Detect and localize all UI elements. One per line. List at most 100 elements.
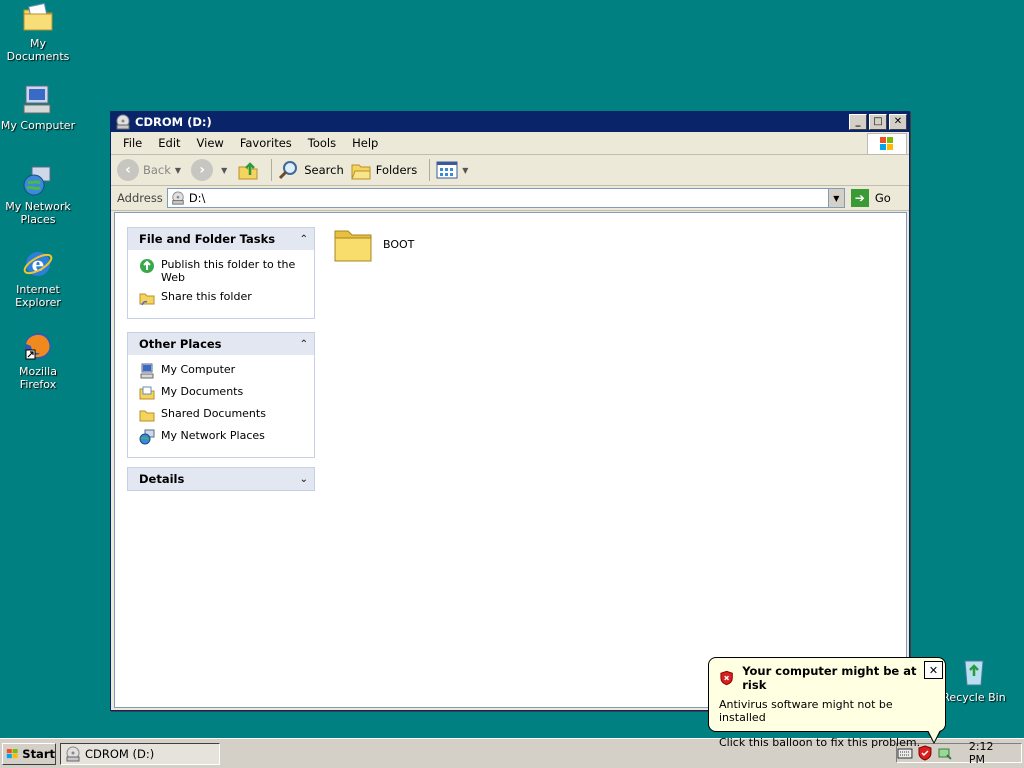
- folders-label: Folders: [375, 163, 418, 177]
- search-button[interactable]: Search: [278, 159, 344, 181]
- folder-icon: [334, 230, 372, 262]
- collapse-chevron-icon[interactable]: ⌃: [300, 234, 308, 245]
- folder-item-boot[interactable]: BOOT: [333, 225, 414, 263]
- collapse-chevron-icon[interactable]: ⌃: [300, 339, 308, 350]
- explorer-window: CDROM (D:) _ □ ✕ File Edit View Favorite…: [110, 111, 910, 711]
- other-places-panel: Other Places ⌃ My Computer My Documents …: [127, 332, 315, 458]
- views-button[interactable]: ▼: [436, 161, 472, 179]
- desktop-icon-label: Recycle Bin: [942, 691, 1006, 704]
- desktop-icon-label: My Computer: [0, 119, 76, 132]
- desktop-icon-my-network-places[interactable]: My Network Places: [0, 165, 76, 226]
- address-value: D:\: [188, 191, 206, 205]
- place-my-computer[interactable]: My Computer: [139, 363, 306, 379]
- start-button[interactable]: Start: [2, 743, 56, 765]
- clock[interactable]: 2:12 PM: [969, 740, 1013, 766]
- task-share-folder[interactable]: Share this folder: [139, 290, 306, 306]
- views-dropdown-icon: ▼: [462, 165, 469, 175]
- menu-favorites[interactable]: Favorites: [232, 136, 300, 150]
- shared-folder-icon: [139, 410, 155, 422]
- go-button[interactable]: ➔ Go: [850, 189, 891, 207]
- network-globe-icon: [139, 429, 155, 445]
- standard-toolbar: ‹ Back ▼ › ▼ Search Folders ▼: [111, 155, 909, 186]
- cd-drive-icon: [172, 191, 184, 205]
- desktop-icon-my-documents[interactable]: My Documents: [0, 2, 76, 63]
- task-publish-web[interactable]: Publish this folder to the Web: [139, 258, 306, 284]
- place-label: My Computer: [161, 363, 236, 376]
- panel-header[interactable]: Details ⌄: [128, 468, 314, 490]
- file-folder-tasks-panel: File and Folder Tasks ⌃ Publish this fol…: [127, 227, 315, 319]
- firefox-icon: [22, 330, 54, 362]
- windows-flag-icon: [6, 749, 18, 759]
- expand-chevron-icon[interactable]: ⌄: [300, 474, 308, 485]
- my-documents-icon: [22, 2, 54, 34]
- place-my-network-places[interactable]: My Network Places: [139, 429, 306, 445]
- menu-file[interactable]: File: [115, 136, 150, 150]
- cd-drive-icon: [116, 114, 130, 130]
- title-bar[interactable]: CDROM (D:) _ □ ✕: [111, 112, 909, 132]
- place-my-documents[interactable]: My Documents: [139, 385, 306, 401]
- my-computer-icon: [140, 363, 154, 379]
- balloon-title: Your computer might be at risk: [742, 664, 917, 692]
- network-globe-icon: [22, 165, 54, 197]
- menu-view[interactable]: View: [189, 136, 232, 150]
- place-label: My Network Places: [161, 429, 265, 442]
- go-label: Go: [874, 191, 891, 205]
- back-arrow-icon: ‹: [117, 159, 139, 181]
- balloon-tail-fill: [928, 730, 940, 742]
- security-alert-balloon[interactable]: Your computer might be at risk Antivirus…: [708, 657, 946, 749]
- forward-dropdown-icon[interactable]: ▼: [221, 166, 227, 175]
- panel-title: File and Folder Tasks: [139, 232, 276, 246]
- desktop-icon-internet-explorer[interactable]: e Internet Explorer: [0, 248, 76, 309]
- go-arrow-icon: ➔: [850, 189, 869, 207]
- task-label: Share this folder: [161, 290, 252, 303]
- address-dropdown-icon[interactable]: ▼: [827, 189, 844, 207]
- minimize-button[interactable]: _: [849, 114, 867, 130]
- my-documents-icon: [139, 386, 155, 400]
- menu-help[interactable]: Help: [344, 136, 386, 150]
- menu-bar: File Edit View Favorites Tools Help: [111, 132, 909, 155]
- search-icon: [279, 161, 298, 180]
- maximize-button[interactable]: □: [869, 114, 887, 130]
- taskbar-button-cdrom[interactable]: CDROM (D:): [60, 743, 220, 765]
- desktop-icon-label: My Network Places: [5, 200, 71, 226]
- place-label: Shared Documents: [161, 407, 266, 420]
- search-label: Search: [304, 163, 344, 177]
- up-folder-icon: [238, 162, 258, 180]
- desktop-icon-mozilla-firefox[interactable]: Mozilla Firefox: [0, 330, 76, 391]
- task-label: Publish this folder to the Web: [161, 258, 296, 284]
- share-folder-icon: [139, 293, 155, 306]
- toolbar-separator: [271, 159, 273, 181]
- desktop-icon-my-computer[interactable]: My Computer: [0, 84, 76, 132]
- desktop-icon-label: My Documents: [6, 37, 70, 63]
- internet-explorer-icon: e: [22, 248, 54, 280]
- balloon-action-text: Click this balloon to fix this problem.: [719, 736, 921, 749]
- window-title: CDROM (D:): [135, 115, 212, 129]
- place-shared-documents[interactable]: Shared Documents: [139, 407, 306, 423]
- safely-remove-hardware-icon[interactable]: [937, 745, 953, 761]
- back-dropdown-icon[interactable]: ▼: [175, 166, 181, 175]
- folder-view: File and Folder Tasks ⌃ Publish this fol…: [114, 212, 907, 708]
- address-input[interactable]: D:\ ▼: [166, 188, 845, 208]
- toolbar-separator: [429, 159, 431, 181]
- panel-header[interactable]: Other Places ⌃: [128, 333, 314, 355]
- menu-tools[interactable]: Tools: [300, 136, 344, 150]
- start-label: Start: [22, 747, 55, 761]
- close-button[interactable]: ✕: [889, 114, 907, 130]
- views-icon: [436, 161, 458, 179]
- folders-button[interactable]: Folders: [350, 159, 418, 181]
- address-bar: Address D:\ ▼ ➔ Go: [111, 186, 909, 211]
- publish-web-icon: [140, 259, 154, 273]
- menu-edit[interactable]: Edit: [150, 136, 188, 150]
- back-button[interactable]: ‹ Back ▼: [117, 159, 185, 181]
- desktop-icon-recycle-bin[interactable]: Recycle Bin: [936, 656, 1012, 704]
- desktop-icon-label: Mozilla Firefox: [19, 365, 57, 391]
- up-folder-button[interactable]: [237, 159, 259, 181]
- panel-header[interactable]: File and Folder Tasks ⌃: [128, 228, 314, 250]
- forward-arrow-icon: ›: [191, 159, 214, 181]
- my-computer-icon: [22, 84, 54, 116]
- forward-button[interactable]: › ▼: [191, 159, 231, 181]
- cd-drive-icon: [66, 746, 80, 762]
- panel-title: Other Places: [139, 337, 222, 351]
- balloon-close-button[interactable]: ✕: [924, 661, 943, 679]
- windows-logo-icon: [867, 133, 907, 155]
